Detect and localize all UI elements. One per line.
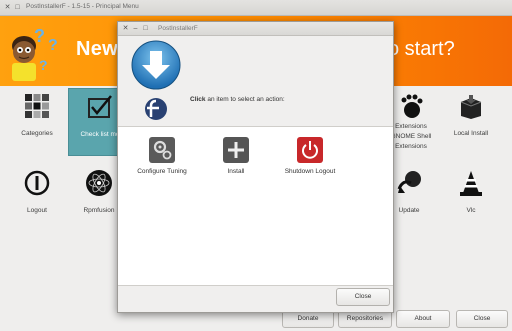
plus-icon (223, 137, 249, 163)
tile-categories[interactable]: Categories (6, 88, 68, 154)
power-icon (297, 137, 323, 163)
dialog-close-icon[interactable]: ✕ (122, 25, 129, 32)
action-install[interactable]: Install (198, 137, 274, 175)
rpmfusion-icon (86, 170, 112, 196)
gnome-foot-icon (401, 94, 423, 118)
tile-label: Vlc (466, 207, 476, 214)
action-dialog: ✕ – □ PostInstallerF Click an item to se… (117, 21, 394, 313)
banner-title-right: o start? (388, 38, 455, 60)
checklist-icon (88, 95, 112, 118)
dialog-title: PostInstallerF (158, 25, 198, 32)
tile-vlc[interactable]: Vlc (440, 165, 502, 231)
action-label: Configure Tuning (137, 168, 187, 175)
svg-text:?: ? (34, 26, 45, 46)
download-fedora-icon (131, 40, 181, 120)
mascot-icon: ? ? ? (12, 26, 58, 81)
logout-icon (24, 170, 50, 196)
dialog-header: Click an item to select an action: (118, 36, 393, 126)
prompt-text: an item to select an action: (205, 96, 285, 103)
action-configure-tuning[interactable]: Configure Tuning (124, 137, 200, 175)
svg-text:?: ? (48, 37, 58, 54)
dialog-minimize-icon[interactable]: – (132, 25, 139, 32)
tile-logout[interactable]: Logout (6, 165, 68, 231)
dialog-maximize-icon[interactable]: □ (142, 25, 149, 32)
dialog-prompt: Click an item to select an action: (190, 96, 285, 103)
dialog-close-button[interactable]: Close (336, 288, 390, 306)
action-shutdown-logout[interactable]: Shutdown Logout (272, 137, 348, 175)
main-window-titlebar: ✕ □ PostInstallerF - 1.5-15 - Principal … (0, 0, 512, 16)
svg-text:?: ? (39, 57, 48, 73)
tile-local-install[interactable]: Local Install (440, 88, 502, 154)
categories-icon (25, 94, 49, 118)
main-close-button[interactable]: Close (456, 310, 508, 328)
tile-label: Local Install (453, 130, 489, 137)
action-label: Install (227, 168, 245, 175)
actions-panel: Configure Tuning Install Shutdown Logout (118, 126, 393, 286)
gears-icon (149, 137, 175, 163)
tile-label: Logout (27, 207, 47, 214)
window-title: PostInstallerF - 1.5-15 - Principal Menu (26, 3, 139, 10)
maximize-window-icon[interactable]: □ (14, 4, 21, 11)
about-button[interactable]: About (396, 310, 450, 328)
banner-title-left: New (76, 38, 119, 60)
update-icon (397, 171, 421, 193)
action-label: Shutdown Logout (284, 168, 336, 175)
dialog-titlebar: ✕ – □ PostInstallerF (118, 22, 393, 36)
prompt-bold: Click (190, 96, 206, 103)
tile-label: Categories (21, 130, 53, 137)
close-window-icon[interactable]: ✕ (4, 4, 11, 11)
vlc-cone-icon (460, 171, 482, 196)
box-icon (460, 95, 482, 119)
